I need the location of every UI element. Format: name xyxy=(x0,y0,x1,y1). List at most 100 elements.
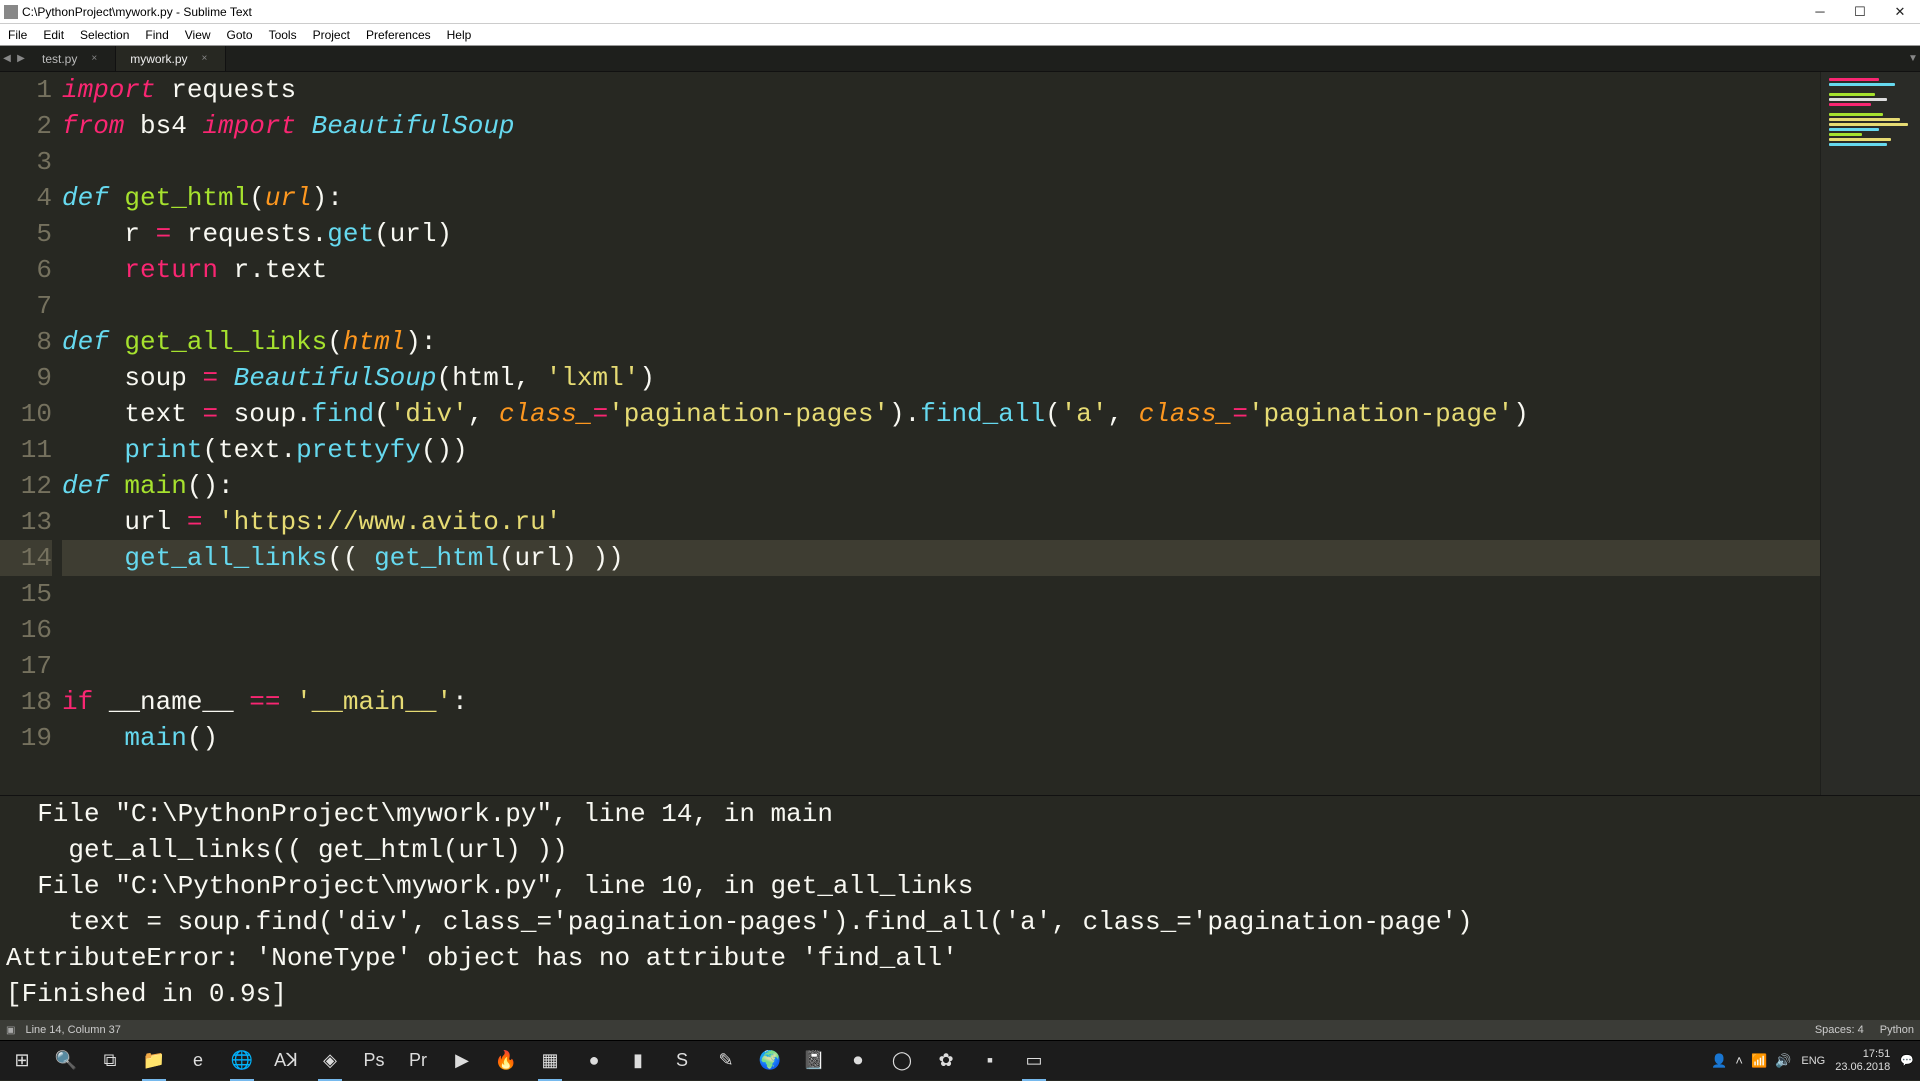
code-line[interactable] xyxy=(62,288,1820,324)
menu-tools[interactable]: Tools xyxy=(261,24,305,46)
code-editor[interactable]: import requestsfrom bs4 import Beautiful… xyxy=(62,72,1820,795)
menu-preferences[interactable]: Preferences xyxy=(358,24,439,46)
task-view-button[interactable]: ⧉ xyxy=(88,1041,132,1081)
menu-goto[interactable]: Goto xyxy=(219,24,261,46)
minimap[interactable] xyxy=(1820,72,1920,795)
edge-icon[interactable]: e xyxy=(176,1041,220,1081)
syntax-status[interactable]: Python xyxy=(1880,1024,1914,1036)
volume-icon[interactable]: 🔊 xyxy=(1775,1053,1791,1069)
output-line: File "C:\PythonProject\mywork.py", line … xyxy=(6,796,1920,832)
output-line: get_all_links(( get_html(url) )) xyxy=(6,832,1920,868)
code-line[interactable] xyxy=(62,576,1820,612)
code-line[interactable] xyxy=(62,612,1820,648)
tab-dropdown-button[interactable]: ▼ xyxy=(1906,46,1920,71)
app-icon-3[interactable]: ▮ xyxy=(616,1041,660,1081)
skype-icon[interactable]: S xyxy=(660,1041,704,1081)
tab-close-icon[interactable]: × xyxy=(91,53,97,64)
cursor-position[interactable]: Line 14, Column 37 xyxy=(25,1024,120,1036)
menu-edit[interactable]: Edit xyxy=(35,24,72,46)
line-number: 18 xyxy=(0,684,52,720)
sublime-text-icon[interactable]: ▦ xyxy=(528,1041,572,1081)
tab-label: mywork.py xyxy=(130,52,187,66)
maximize-button[interactable]: ☐ xyxy=(1840,0,1880,24)
code-line[interactable]: def get_html(url): xyxy=(62,180,1820,216)
history-forward-button[interactable]: ▶ xyxy=(14,46,28,71)
search-button[interactable]: 🔍 xyxy=(44,1041,88,1081)
output-line: text = soup.find('div', class_='paginati… xyxy=(6,904,1920,940)
menu-help[interactable]: Help xyxy=(439,24,480,46)
app-icon-5[interactable]: ✿ xyxy=(924,1041,968,1081)
code-line[interactable]: main() xyxy=(62,720,1820,756)
app-icon-6[interactable]: ▪ xyxy=(968,1041,1012,1081)
media-player-icon[interactable]: ▶ xyxy=(440,1041,484,1081)
tab-test-py[interactable]: test.py × xyxy=(28,46,116,71)
line-number: 11 xyxy=(0,432,52,468)
code-line[interactable] xyxy=(62,648,1820,684)
system-tray[interactable]: 👤 ˄ 📶 🔊 xyxy=(1711,1053,1791,1069)
line-number: 9 xyxy=(0,360,52,396)
browser-icon[interactable]: 🌍 xyxy=(748,1041,792,1081)
photoshop-icon[interactable]: Ps xyxy=(352,1041,396,1081)
file-explorer-icon[interactable]: 📁 xyxy=(132,1041,176,1081)
line-number: 6 xyxy=(0,252,52,288)
output-line: [Finished in 0.9s] xyxy=(6,976,1920,1012)
line-number: 16 xyxy=(0,612,52,648)
window-title: C:\PythonProject\mywork.py - Sublime Tex… xyxy=(22,5,252,19)
tab-close-icon[interactable]: × xyxy=(202,53,208,64)
build-output-panel[interactable]: File "C:\PythonProject\mywork.py", line … xyxy=(0,795,1920,1020)
app-icon-4[interactable]: ✎ xyxy=(704,1041,748,1081)
chrome-icon[interactable]: 🌐 xyxy=(220,1041,264,1081)
code-line[interactable]: return r.text xyxy=(62,252,1820,288)
line-number: 5 xyxy=(0,216,52,252)
premiere-icon[interactable]: Pr xyxy=(396,1041,440,1081)
start-button[interactable]: ⊞ xyxy=(0,1041,44,1081)
line-number: 1 xyxy=(0,72,52,108)
code-line[interactable]: def main(): xyxy=(62,468,1820,504)
tab-mywork-py[interactable]: mywork.py × xyxy=(116,46,226,71)
line-number: 2 xyxy=(0,108,52,144)
code-line[interactable]: text = soup.find('div', class_='paginati… xyxy=(62,396,1820,432)
notes-icon[interactable]: 📓 xyxy=(792,1041,836,1081)
input-language[interactable]: ENG xyxy=(1801,1055,1825,1067)
people-icon[interactable]: 👤 xyxy=(1711,1053,1727,1069)
line-number: 12 xyxy=(0,468,52,504)
windows-taskbar: ⊞🔍⧉📁e🌐Aꓘ◈PsPr▶🔥▦●▮S✎🌍📓⏺◯✿▪▭ 👤 ˄ 📶 🔊 ENG … xyxy=(0,1040,1920,1080)
close-button[interactable]: ✕ xyxy=(1880,0,1920,24)
titlebar: C:\PythonProject\mywork.py - Sublime Tex… xyxy=(0,0,1920,24)
steam-icon[interactable]: ◈ xyxy=(308,1041,352,1081)
code-line[interactable]: from bs4 import BeautifulSoup xyxy=(62,108,1820,144)
app-icon-1[interactable]: 🔥 xyxy=(484,1041,528,1081)
tab-label: test.py xyxy=(42,52,77,66)
code-line[interactable]: if __name__ == '__main__': xyxy=(62,684,1820,720)
keyboard-app-icon[interactable]: Aꓘ xyxy=(264,1041,308,1081)
panel-switcher-icon[interactable]: ▣ xyxy=(6,1025,15,1036)
line-number: 4 xyxy=(0,180,52,216)
code-line[interactable]: import requests xyxy=(62,72,1820,108)
taskbar-clock[interactable]: 17:51 23.06.2018 xyxy=(1835,1048,1890,1074)
tray-chevron-icon[interactable]: ˄ xyxy=(1735,1053,1743,1069)
code-line[interactable] xyxy=(62,144,1820,180)
code-line[interactable]: def get_all_links(html): xyxy=(62,324,1820,360)
statusbar: ▣ Line 14, Column 37 Spaces: 4 Python xyxy=(0,1020,1920,1040)
code-line[interactable]: get_all_links(( get_html(url) )) xyxy=(62,540,1820,576)
obs-icon[interactable]: ◯ xyxy=(880,1041,924,1081)
line-gutter: 12345678910111213141516171819 xyxy=(0,72,62,795)
history-back-button[interactable]: ◀ xyxy=(0,46,14,71)
code-line[interactable]: soup = BeautifulSoup(html, 'lxml') xyxy=(62,360,1820,396)
menu-file[interactable]: File xyxy=(0,24,35,46)
minimize-button[interactable]: ─ xyxy=(1800,0,1840,24)
code-line[interactable]: print(text.prettyfy()) xyxy=(62,432,1820,468)
menu-view[interactable]: View xyxy=(177,24,219,46)
menu-selection[interactable]: Selection xyxy=(72,24,137,46)
menu-find[interactable]: Find xyxy=(137,24,176,46)
indentation-status[interactable]: Spaces: 4 xyxy=(1815,1024,1864,1036)
notification-center-icon[interactable]: 💬 xyxy=(1900,1054,1914,1067)
code-line[interactable]: r = requests.get(url) xyxy=(62,216,1820,252)
app-icon-2[interactable]: ● xyxy=(572,1041,616,1081)
network-icon[interactable]: 📶 xyxy=(1751,1053,1767,1069)
code-line[interactable]: url = 'https://www.avito.ru' xyxy=(62,504,1820,540)
terminal-icon[interactable]: ▭ xyxy=(1012,1041,1056,1081)
menu-project[interactable]: Project xyxy=(305,24,358,46)
app-icon xyxy=(4,5,18,19)
record-icon[interactable]: ⏺ xyxy=(836,1041,880,1081)
